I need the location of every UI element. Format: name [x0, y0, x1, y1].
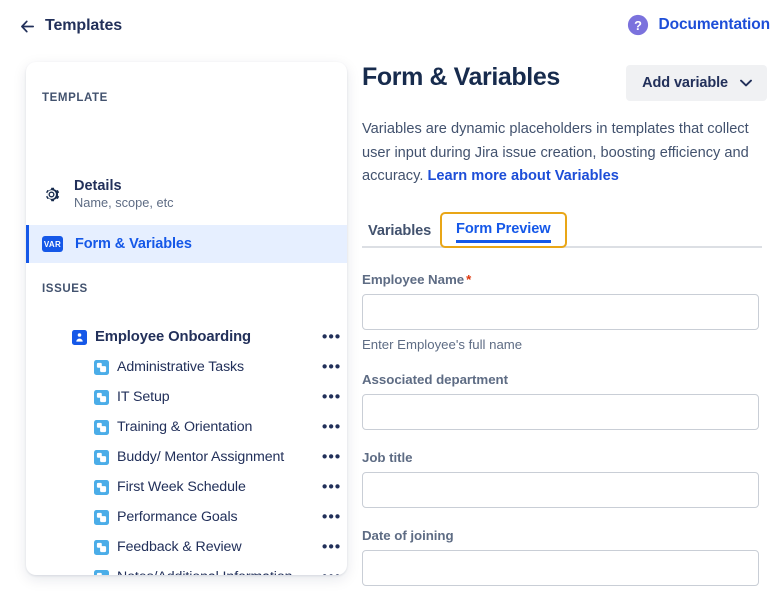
form-field: Job title	[362, 450, 759, 508]
issue-row-label: Notes/Additional Information	[117, 569, 292, 575]
issue-row-label: First Week Schedule	[117, 479, 246, 495]
issue-row-label: Buddy/ Mentor Assignment	[117, 449, 284, 465]
issue-row-menu-button[interactable]: •••	[322, 420, 341, 435]
issue-row-menu-button[interactable]: •••	[322, 390, 341, 405]
add-variable-button[interactable]: Add variable	[626, 65, 767, 101]
back-to-templates-link[interactable]: Templates	[20, 17, 122, 35]
question-circle-icon: ?	[627, 14, 649, 36]
sidebar-section-issues: ISSUES	[42, 283, 88, 295]
details-subtitle: Name, scope, etc	[74, 195, 174, 212]
sidebar-section-template: TEMPLATE	[42, 92, 108, 104]
subtask-icon	[94, 360, 109, 375]
issue-row[interactable]: IT Setup •••	[26, 382, 347, 412]
documentation-link[interactable]: ? Documentation	[627, 14, 770, 36]
template-sidebar-card: TEMPLATE Details Name, scope, etc VAR Fo…	[26, 62, 347, 575]
learn-more-link[interactable]: Learn more about Variables	[427, 168, 618, 184]
subtask-icon	[94, 390, 109, 405]
form-field-label: Employee Name*	[362, 272, 759, 287]
back-link-label: Templates	[45, 17, 122, 35]
issue-row-menu-button[interactable]: •••	[322, 480, 341, 495]
form-field-help-text: Enter Employee's full name	[362, 337, 759, 352]
issue-row[interactable]: Employee Onboarding •••	[26, 322, 347, 352]
issue-row-label: Employee Onboarding	[95, 329, 251, 345]
tab-form-preview[interactable]: Form Preview	[440, 212, 567, 248]
issue-row-menu-button[interactable]: •••	[322, 570, 341, 576]
form-field: Associated department	[362, 372, 759, 430]
form-preview-fields: Employee Name* Enter Employee's full name…	[362, 272, 759, 586]
form-field-label: Job title	[362, 450, 759, 465]
tab-variables[interactable]: Variables	[368, 223, 431, 248]
svg-text:?: ?	[635, 18, 643, 33]
subtask-icon	[94, 540, 109, 555]
subtask-icon	[94, 450, 109, 465]
top-bar: Templates ? Documentation	[0, 0, 782, 54]
form-field-input[interactable]	[362, 394, 759, 430]
issue-row-menu-button[interactable]: •••	[322, 510, 341, 525]
add-variable-label: Add variable	[642, 75, 728, 91]
issue-row-menu-button[interactable]: •••	[322, 540, 341, 555]
documentation-label: Documentation	[658, 16, 770, 34]
issue-row-menu-button[interactable]: •••	[322, 360, 341, 375]
issue-row[interactable]: First Week Schedule •••	[26, 472, 347, 502]
subtask-icon	[94, 480, 109, 495]
form-field: Employee Name* Enter Employee's full name	[362, 272, 759, 352]
issue-row-label: IT Setup	[117, 389, 170, 405]
subtask-icon	[94, 510, 109, 525]
sidebar-item-form-variables[interactable]: VAR Form & Variables	[26, 225, 347, 263]
sidebar-item-form-variables-label: Form & Variables	[75, 236, 192, 252]
issue-row[interactable]: Feedback & Review •••	[26, 532, 347, 562]
sidebar-item-details[interactable]: Details Name, scope, etc	[26, 172, 347, 216]
issue-row[interactable]: Training & Orientation •••	[26, 412, 347, 442]
arrow-left-icon	[20, 19, 35, 34]
field-spacer	[362, 430, 759, 450]
subtask-icon	[94, 570, 109, 576]
chevron-down-icon	[740, 79, 752, 87]
form-field-label: Date of joining	[362, 528, 759, 543]
issue-row-menu-button[interactable]: •••	[322, 450, 341, 465]
issue-row-menu-button[interactable]: •••	[322, 330, 341, 345]
details-text-block: Details Name, scope, etc	[74, 177, 174, 212]
tab-bar: Variables Form Preview	[362, 212, 762, 248]
details-title: Details	[74, 177, 174, 195]
form-field: Date of joining	[362, 528, 759, 586]
form-field-input[interactable]	[362, 472, 759, 508]
var-badge-icon: VAR	[42, 236, 63, 252]
story-icon	[72, 330, 87, 345]
issue-row[interactable]: Performance Goals •••	[26, 502, 347, 532]
form-field-label: Associated department	[362, 372, 759, 387]
issue-row-label: Performance Goals	[117, 509, 238, 525]
main-panel: Form & Variables Add variable Variables …	[362, 62, 767, 586]
issue-row[interactable]: Administrative Tasks •••	[26, 352, 347, 382]
issue-row[interactable]: Buddy/ Mentor Assignment •••	[26, 442, 347, 472]
issue-row[interactable]: Notes/Additional Information •••	[26, 562, 347, 575]
form-field-input[interactable]	[362, 294, 759, 330]
gear-icon	[42, 185, 61, 204]
app-root: Templates ? Documentation TEMPLATE Detai…	[0, 0, 782, 604]
form-field-input[interactable]	[362, 550, 759, 586]
required-asterisk: *	[466, 272, 471, 287]
issue-row-label: Administrative Tasks	[117, 359, 244, 375]
subtask-icon	[94, 420, 109, 435]
field-spacer	[362, 352, 759, 372]
main-description: Variables are dynamic placeholders in te…	[362, 118, 762, 189]
field-spacer	[362, 508, 759, 528]
issue-row-label: Feedback & Review	[117, 539, 241, 555]
issue-row-label: Training & Orientation	[117, 419, 252, 435]
